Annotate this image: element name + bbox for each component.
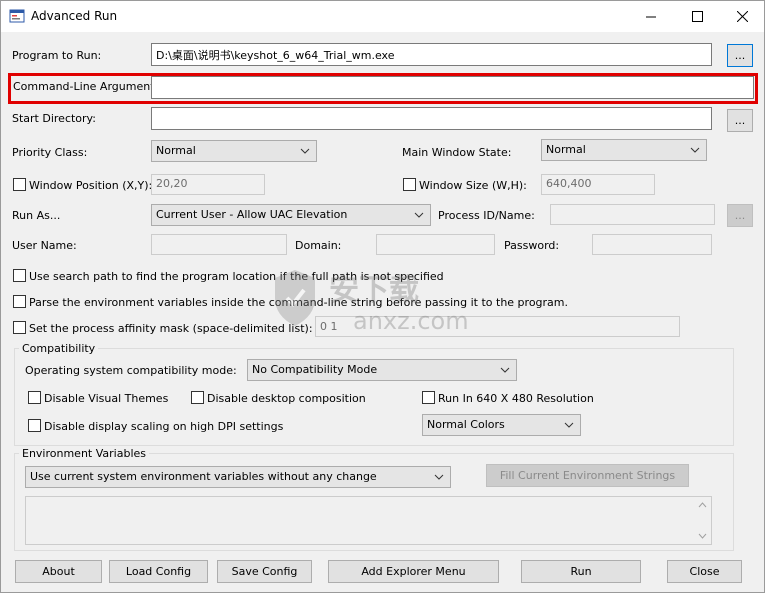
colors-select[interactable]: Normal Colors <box>422 414 581 436</box>
run-640-label: Run In 640 X 480 Resolution <box>438 392 594 405</box>
priority-label: Priority Class: <box>12 146 88 159</box>
process-id-label: Process ID/Name: <box>438 209 535 222</box>
priority-select[interactable]: Normal <box>151 140 317 162</box>
load-config-button[interactable]: Load Config <box>109 560 208 583</box>
fill-env-button[interactable]: Fill Current Environment Strings <box>486 464 689 487</box>
disable-dpi-checkbox[interactable] <box>28 419 41 432</box>
username-label: User Name: <box>12 239 77 252</box>
chevron-down-icon <box>564 422 574 428</box>
args-label: Command-Line Arguments: <box>13 80 164 93</box>
disable-themes-label: Disable Visual Themes <box>44 392 169 405</box>
maximize-button[interactable] <box>674 1 720 32</box>
main-window-state-select[interactable]: Normal <box>541 139 707 161</box>
parse-env-checkbox[interactable] <box>13 295 26 308</box>
password-input[interactable] <box>592 234 712 255</box>
maximize-icon <box>691 11 703 22</box>
browse-program-button[interactable]: ... <box>727 44 753 67</box>
start-dir-input[interactable] <box>151 107 712 130</box>
program-input[interactable]: D:\桌面\说明书\keyshot_6_w64_Trial_wm.exe <box>151 43 712 66</box>
app-window-icon <box>9 9 25 23</box>
watermark: 安下载 anxz.com <box>271 263 491 338</box>
compat-mode-value: No Compatibility Mode <box>252 363 378 376</box>
minimize-button[interactable] <box>628 1 674 32</box>
program-label: Program to Run: <box>12 49 102 62</box>
env-mode-select[interactable]: Use current system environment variables… <box>25 466 451 488</box>
compat-mode-label: Operating system compatibility mode: <box>25 364 237 377</box>
process-id-input[interactable] <box>550 204 715 225</box>
window-position-input[interactable]: 20,20 <box>151 174 265 195</box>
search-path-checkbox[interactable] <box>13 269 26 282</box>
chevron-down-icon <box>414 212 424 218</box>
chevron-down-icon <box>690 147 700 153</box>
domain-input[interactable] <box>376 234 495 255</box>
main-window-state-value: Normal <box>546 143 586 156</box>
close-window-button[interactable] <box>719 1 765 32</box>
disable-desktop-checkbox[interactable] <box>191 391 204 404</box>
run-button[interactable]: Run <box>521 560 641 583</box>
scroll-up-icon <box>698 502 707 508</box>
window-size-label: Window Size (W,H): <box>419 179 527 192</box>
run-as-value: Current User - Allow UAC Elevation <box>156 208 348 221</box>
add-explorer-menu-button[interactable]: Add Explorer Menu <box>328 560 499 583</box>
username-input[interactable] <box>151 234 287 255</box>
about-button[interactable]: About <box>15 560 102 583</box>
affinity-label: Set the process affinity mask (space-del… <box>29 322 313 335</box>
env-scrollbar[interactable] <box>695 497 710 544</box>
affinity-checkbox[interactable] <box>13 321 26 334</box>
disable-themes-checkbox[interactable] <box>28 391 41 404</box>
browse-process-button[interactable]: ... <box>727 204 753 227</box>
scroll-down-icon <box>698 533 707 539</box>
close-button[interactable]: Close <box>667 560 742 583</box>
close-icon <box>736 11 748 22</box>
domain-label: Domain: <box>295 239 342 252</box>
window-title: Advanced Run <box>31 9 118 23</box>
browse-dir-button[interactable]: ... <box>727 109 753 132</box>
priority-value: Normal <box>156 144 196 157</box>
advanced-run-window: Advanced Run Program to Run: D:\桌面\说明书\k… <box>0 0 765 593</box>
minimize-icon <box>645 16 656 18</box>
window-size-checkbox[interactable] <box>403 178 416 191</box>
environment-title: Environment Variables <box>19 447 150 460</box>
chevron-down-icon <box>500 367 510 373</box>
chevron-down-icon <box>300 148 310 154</box>
compat-mode-select[interactable]: No Compatibility Mode <box>247 359 517 381</box>
colors-value: Normal Colors <box>427 418 505 431</box>
env-mode-value: Use current system environment variables… <box>30 470 377 483</box>
password-label: Password: <box>504 239 560 252</box>
run-640-checkbox[interactable] <box>422 391 435 404</box>
main-window-state-label: Main Window State: <box>402 146 512 159</box>
save-config-button[interactable]: Save Config <box>217 560 312 583</box>
watermark-cn: 安下载 <box>329 273 419 308</box>
window-size-input[interactable]: 640,400 <box>541 174 655 195</box>
window-position-checkbox[interactable] <box>13 178 26 191</box>
env-strings-textarea[interactable] <box>25 496 712 545</box>
title-bar[interactable]: Advanced Run <box>1 1 764 32</box>
shield-logo-icon <box>275 270 315 326</box>
compatibility-title: Compatibility <box>19 342 99 355</box>
watermark-domain: anxz.com <box>353 307 469 335</box>
start-dir-label: Start Directory: <box>12 112 96 125</box>
disable-desktop-label: Disable desktop composition <box>207 392 366 405</box>
disable-dpi-label: Disable display scaling on high DPI sett… <box>44 420 284 433</box>
chevron-down-icon <box>434 474 444 480</box>
run-as-label: Run As... <box>12 209 61 222</box>
window-position-label: Window Position (X,Y): <box>29 179 153 192</box>
run-as-select[interactable]: Current User - Allow UAC Elevation <box>151 204 431 226</box>
args-input[interactable] <box>151 76 754 99</box>
